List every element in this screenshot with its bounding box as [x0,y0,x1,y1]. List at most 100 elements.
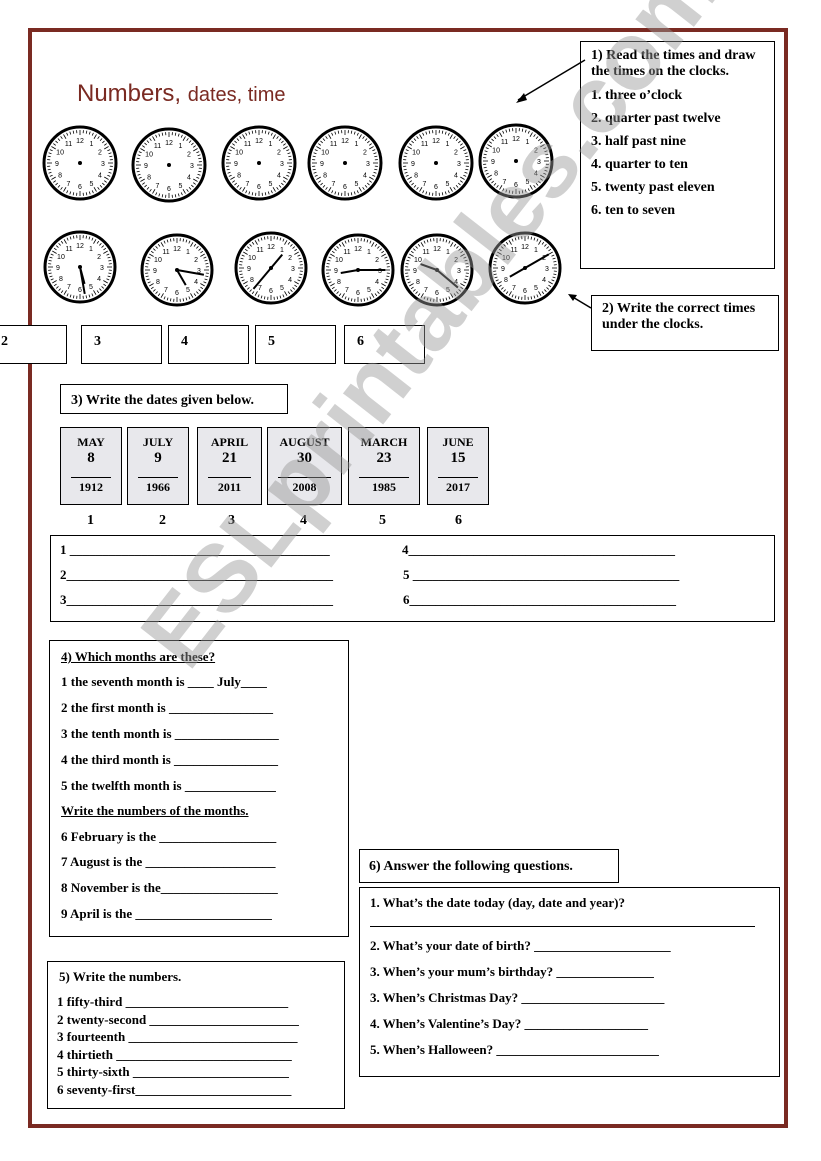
section3-answer-box: 1 ______________________________________… [50,535,775,622]
svg-text:5: 5 [367,287,371,294]
section6-item: 1. What’s the date today (day, date and … [370,895,625,910]
date-number: 5 [379,513,386,528]
svg-text:10: 10 [412,150,420,157]
svg-text:11: 11 [65,141,72,148]
svg-text:3: 3 [280,161,284,168]
svg-text:1: 1 [526,139,530,146]
section4-item[interactable]: 9 April is the _____________________ [61,906,272,922]
svg-text:11: 11 [330,141,337,148]
section4-item[interactable]: 7 August is the ____________________ [61,854,276,870]
section6-item[interactable]: 5. When’s Halloween? ___________________… [370,1042,659,1058]
svg-text:1: 1 [367,249,371,256]
date-card: JULY 9 1966 [127,427,189,505]
clock-face: 1234567891011 12 [400,233,474,307]
section4-item[interactable]: 4 the third month is ________________ [61,752,278,768]
answer-line[interactable]: 5 ______________________________________… [403,567,679,583]
svg-text:11: 11 [162,249,169,256]
svg-text:3: 3 [545,266,549,273]
svg-text:5: 5 [186,287,190,294]
svg-text:12: 12 [255,138,263,145]
svg-text:9: 9 [491,159,495,166]
section4-item[interactable]: 2 the first month is ________________ [61,700,273,716]
svg-text:1: 1 [90,141,94,148]
svg-text:9: 9 [413,268,417,275]
date-number: 1 [87,513,94,528]
section5-item[interactable]: 3 fourteenth __________________________ [57,1029,298,1045]
answer-box[interactable]: 4 [168,325,249,364]
svg-text:3: 3 [537,159,541,166]
svg-text:12: 12 [173,246,181,253]
section1-item: 5. twenty past eleven [591,180,715,195]
svg-text:2: 2 [187,152,191,159]
section6-item[interactable]: 2. What’s your date of birth? __________… [370,938,671,954]
section4-item[interactable]: 8 November is the__________________ [61,880,278,896]
svg-text:6: 6 [269,288,273,295]
svg-text:9: 9 [247,266,251,273]
section6-item[interactable]: 4. When’s Valentine’s Day? _____________… [370,1016,648,1032]
section6-heading: 6) Answer the following questions. [369,859,573,874]
svg-text:11: 11 [256,247,263,254]
section5-item[interactable]: 2 twenty-second _______________________ [57,1012,299,1028]
svg-text:9: 9 [234,161,238,168]
svg-text:3: 3 [101,161,105,168]
section5-item[interactable]: 6 seventy-first________________________ [57,1082,291,1098]
answer-box[interactable]: 5 [255,325,336,364]
svg-text:6: 6 [343,184,347,191]
section6-item[interactable]: 3. When’s Christmas Day? _______________… [370,990,664,1006]
svg-text:11: 11 [422,249,429,256]
svg-text:8: 8 [59,276,63,283]
section3-heading-box: 3) Write the dates given below. [60,384,288,414]
svg-text:2: 2 [277,150,281,157]
section1-item: 6. ten to seven [591,203,675,218]
svg-text:8: 8 [250,277,254,284]
clock-face: 1234567891011 12 [42,125,118,201]
date-number: 4 [300,513,307,528]
svg-text:5: 5 [179,183,183,190]
section5-item[interactable]: 4 thirtieth ___________________________ [57,1047,292,1063]
answer-line[interactable]: 2_______________________________________… [60,567,333,583]
section4-item[interactable]: 6 February is the __________________ [61,829,276,845]
section4-box: 4) Which months are these? 1 the seventh… [49,640,349,937]
answer-box[interactable]: 6 [344,325,425,364]
section4-item[interactable]: 5 the twelfth month is ______________ [61,778,276,794]
section5-item[interactable]: 5 thirty-sixth ________________________ [57,1064,289,1080]
answer-line[interactable]: 1 ______________________________________… [60,542,330,558]
svg-text:11: 11 [65,246,72,253]
svg-text:12: 12 [76,138,84,145]
svg-text:1: 1 [179,143,183,150]
section6-heading-box: 6) Answer the following questions. [359,849,619,883]
answer-box[interactable]: 3 [81,325,162,364]
answer-box[interactable]: 2 [0,325,67,364]
svg-text:7: 7 [503,179,507,186]
svg-text:7: 7 [164,287,168,294]
svg-text:4: 4 [375,279,379,286]
section2-heading: 2) Write the correct times under the clo… [602,301,756,332]
svg-text:12: 12 [521,244,529,251]
answer-line[interactable]: 6_______________________________________… [403,592,676,608]
svg-text:3: 3 [100,265,104,272]
svg-text:4: 4 [454,173,458,180]
svg-text:4: 4 [542,277,546,284]
svg-text:3: 3 [366,161,370,168]
svg-text:9: 9 [153,268,157,275]
answer-line[interactable]: 3_______________________________________… [60,592,333,608]
section6-item[interactable]: 3. When’s your mum’s birthday? _________… [370,964,654,980]
svg-text:12: 12 [341,138,349,145]
svg-text:4: 4 [187,175,191,182]
answer-line[interactable]: 4_______________________________________… [402,542,675,558]
section4-item[interactable]: 3 the tenth month is ________________ [61,726,279,742]
svg-text:12: 12 [432,138,440,145]
svg-text:9: 9 [55,161,59,168]
answer-line[interactable] [370,912,755,927]
section5-item[interactable]: 1 fifty-third _________________________ [57,994,288,1010]
svg-text:7: 7 [156,183,160,190]
svg-text:6: 6 [523,288,527,295]
svg-text:12: 12 [512,136,520,143]
svg-text:6: 6 [435,290,439,297]
svg-text:6: 6 [257,184,261,191]
svg-text:8: 8 [414,173,418,180]
svg-text:10: 10 [145,152,153,159]
date-card: MARCH 23 1985 [348,427,420,505]
svg-text:1: 1 [355,141,359,148]
svg-text:1: 1 [186,249,190,256]
